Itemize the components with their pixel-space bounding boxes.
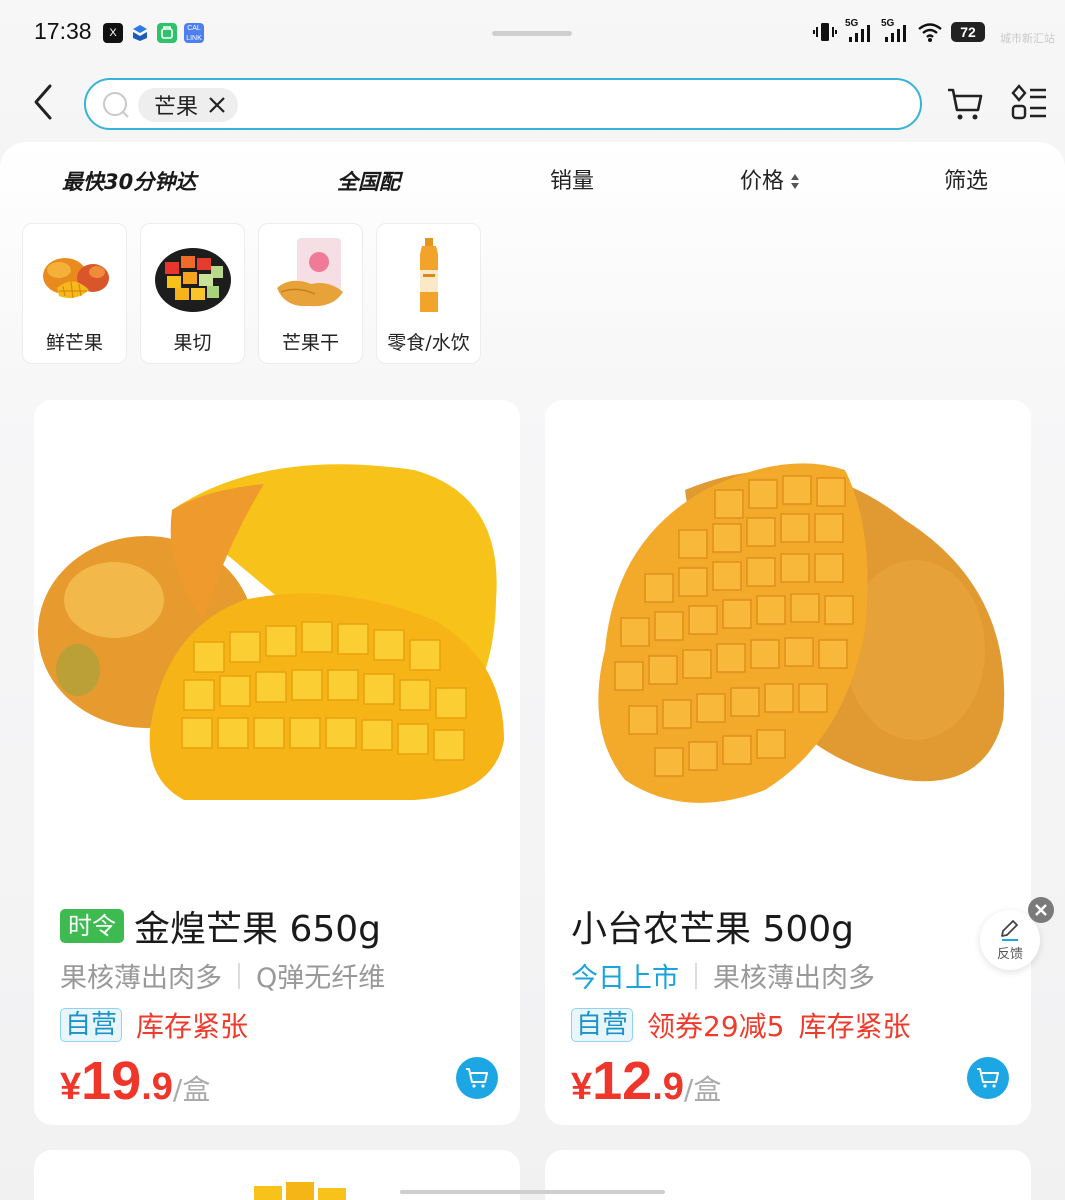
category-label: 零食/水饮 — [387, 332, 470, 354]
filter-price[interactable]: 价格 — [740, 162, 800, 202]
product-price: ¥19.9/盒 — [60, 1050, 210, 1112]
cart-button[interactable] — [946, 84, 984, 122]
coupon-promo: 领券29减5 — [647, 1010, 785, 1043]
price-decimal: .9 — [141, 1066, 173, 1108]
stock-warning: 库存紧张 — [798, 1010, 911, 1043]
product-tag: Q弹无纤维 — [256, 963, 386, 994]
product-title: 金煌芒果 650g — [134, 909, 382, 950]
home-indicator[interactable] — [400, 1190, 665, 1194]
category-label: 果切 — [173, 332, 212, 354]
product-image-golden-mango — [38, 464, 504, 800]
category-dried-mango[interactable]: 芒果干 — [258, 223, 363, 364]
status-right-icons: 5G 5G 72 — [813, 18, 985, 44]
list-menu-icon — [1011, 84, 1046, 120]
category-fresh-mango[interactable]: 鲜芒果 — [22, 223, 127, 364]
stock-warning: 库存紧张 — [136, 1010, 249, 1043]
currency-symbol: ¥ — [571, 1066, 593, 1108]
add-to-cart-button[interactable] — [456, 1057, 498, 1099]
category-label: 鲜芒果 — [45, 332, 103, 354]
signal-5g-icon: 5G — [845, 18, 873, 44]
vibrate-icon — [813, 23, 837, 41]
sort-arrows-icon — [790, 171, 800, 193]
search-input[interactable]: 芒果 — [84, 78, 922, 130]
cart-icon — [948, 88, 983, 120]
search-icon — [103, 92, 129, 118]
fruit-platter-icon — [155, 248, 231, 312]
category-snacks-drinks[interactable]: 零食/水饮 — [376, 223, 481, 364]
mail-app-icon — [130, 23, 150, 43]
feedback-close-button[interactable] — [1028, 897, 1054, 923]
price-integer: 12 — [592, 1051, 653, 1111]
status-bar: 17:38 X CAL LINK 5G 5G 72 城市新汇站 — [0, 0, 1065, 62]
signal-5g-icon-2: 5G — [881, 18, 909, 44]
add-to-cart-button[interactable] — [967, 1057, 1009, 1099]
carrier-label: 城市新汇站 — [1000, 32, 1055, 45]
self-operated-badge: 自营 — [60, 1008, 123, 1042]
chevron-left-icon — [34, 84, 52, 120]
product-promo-row: 自营 领券29减5 库存紧张 — [571, 1005, 910, 1045]
shopping-app-icon — [157, 23, 177, 43]
filter-sales[interactable]: 销量 — [550, 162, 594, 202]
season-badge: 时令 — [60, 909, 124, 943]
filter-fast-delivery[interactable]: 最快30分钟达 — [62, 162, 196, 202]
status-time: 17:38 — [34, 18, 92, 44]
price-integer: 19 — [81, 1051, 142, 1111]
calendar-app-icon: CAL LINK — [184, 23, 204, 43]
product-tag: 果核薄出肉多 — [713, 963, 875, 994]
price-unit: /盒 — [172, 1073, 211, 1106]
price-unit: /盒 — [683, 1073, 722, 1106]
battery-indicator: 72 — [951, 22, 985, 42]
product-tags: 今日上市 果核薄出肉多 — [571, 956, 875, 995]
self-operated-badge: 自营 — [571, 1008, 634, 1042]
product-promo-row: 自营 库存紧张 — [60, 1005, 248, 1045]
dried-mango-icon — [277, 238, 343, 307]
price-decimal: .9 — [652, 1066, 684, 1108]
product-title: 小台农芒果 500g — [571, 909, 855, 950]
product-tags: 果核薄出肉多 Q弹无纤维 — [60, 956, 385, 995]
edit-icon — [1001, 920, 1018, 941]
product-card[interactable]: 小台农芒果 500g 今日上市 果核薄出肉多 自营 领券29减5 库存紧张 ¥1… — [545, 400, 1031, 1125]
tag-divider — [695, 962, 697, 989]
filter-nationwide[interactable]: 全国配 — [337, 162, 400, 202]
juice-bottle-icon — [420, 238, 438, 312]
feedback-label: 反馈 — [996, 947, 1023, 962]
wifi-icon — [918, 23, 942, 42]
product-image-taiwan-mango — [598, 463, 1005, 803]
window-handle[interactable] — [492, 31, 572, 36]
category-menu-button[interactable] — [1010, 84, 1048, 122]
product-title-row: 时令 金煌芒果 650g — [60, 900, 381, 952]
category-fruit-cut[interactable]: 果切 — [140, 223, 245, 364]
product-price: ¥12.9/盒 — [571, 1050, 721, 1112]
close-icon — [1035, 904, 1047, 916]
product-tag: 果核薄出肉多 — [60, 963, 222, 994]
back-button[interactable] — [30, 82, 60, 122]
cart-icon — [977, 1068, 999, 1088]
filter-more[interactable]: 筛选 — [944, 162, 988, 202]
tag-divider — [238, 962, 240, 989]
search-query-text: 芒果 — [154, 95, 199, 120]
currency-symbol: ¥ — [60, 1066, 82, 1108]
filter-price-label: 价格 — [740, 169, 785, 194]
category-row: 鲜芒果 果切 芒果干 零食/水饮 — [22, 223, 481, 364]
filter-bar: 最快30分钟达 全国配 销量 价格 筛选 — [0, 162, 1065, 202]
product-title-row: 小台农芒果 500g — [571, 900, 854, 952]
mango-fruit-icon — [43, 258, 109, 299]
new-arrival-tag: 今日上市 — [571, 963, 679, 994]
category-label: 芒果干 — [281, 332, 339, 354]
close-icon[interactable] — [208, 96, 226, 114]
cart-icon — [466, 1068, 488, 1088]
product-card[interactable]: 时令 金煌芒果 650g 果核薄出肉多 Q弹无纤维 自营 库存紧张 ¥19.9/… — [34, 400, 520, 1125]
search-query-chip[interactable]: 芒果 — [138, 88, 239, 122]
x-app-icon: X — [103, 23, 123, 43]
results-panel: 最快30分钟达 全国配 销量 价格 筛选 鲜芒果 果切 芒果干 零食/水饮 时令… — [0, 142, 1065, 1200]
